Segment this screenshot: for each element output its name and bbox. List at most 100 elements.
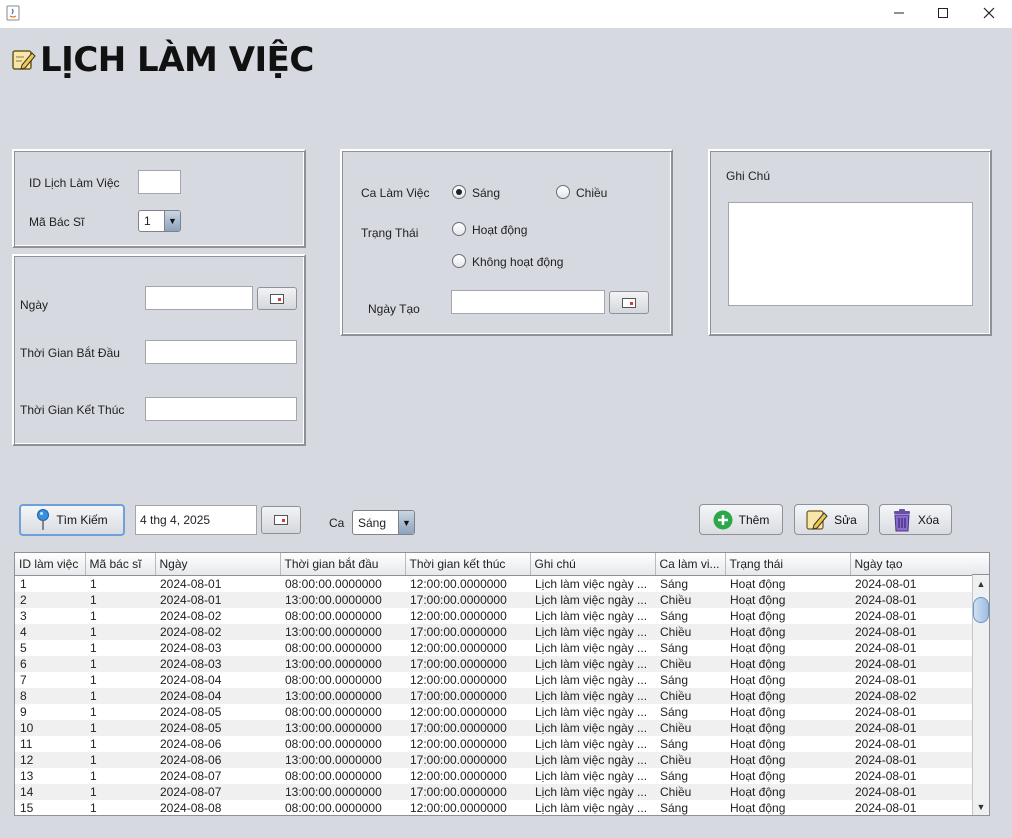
table-cell: 13:00:00.0000000 xyxy=(280,783,405,800)
edit-button[interactable]: Sửa xyxy=(794,504,869,535)
start-time-field[interactable] xyxy=(145,340,297,364)
table-cell: 2024-08-01 xyxy=(850,719,973,736)
table-cell: 2024-08-02 xyxy=(160,608,222,623)
table-row[interactable]: 14 1 2024-08-07 13:00:00.0000000 17:00:00.00… xyxy=(15,783,973,800)
status-radio-active[interactable] xyxy=(452,222,466,236)
column-header[interactable]: Thời gian kết thúc xyxy=(405,553,531,576)
table-cell: Hoạt động xyxy=(725,591,850,608)
add-icon xyxy=(713,510,733,529)
created-date-picker-button[interactable] xyxy=(609,291,649,314)
doctor-label: Mã Bác Sĩ xyxy=(29,215,85,229)
table-cell: 13 xyxy=(20,768,34,783)
table-row[interactable]: 10 1 2024-08-05 13:00:00.0000000 17:00:00.00… xyxy=(15,719,973,736)
table-cell: 13:00:00.0000000 xyxy=(280,687,405,704)
status-option-inactive-label: Không hoạt động xyxy=(472,255,564,269)
table-cell: 08:00:00.0000000 xyxy=(285,704,382,719)
table-cell: 1 xyxy=(85,623,155,640)
date-field[interactable] xyxy=(145,286,253,310)
table-row[interactable]: 2 1 2024-08-01 13:00:00.0000000 17:00:00.000… xyxy=(15,591,973,608)
table-cell: 2024-08-04 xyxy=(160,672,222,687)
search-date-field[interactable] xyxy=(135,505,257,535)
table-cell: 1 xyxy=(20,576,27,591)
table-cell: 11 xyxy=(20,736,33,751)
chevron-down-icon: ▼ xyxy=(164,211,180,231)
table-cell: Hoạt động xyxy=(730,576,786,591)
table-cell: Hoạt động xyxy=(725,719,850,736)
table-row[interactable]: 1 1 2024-08-01 08:00:00.0000000 12:00:00.000… xyxy=(15,575,973,592)
status-option-active-label: Hoạt động xyxy=(472,223,528,237)
note-textarea[interactable] xyxy=(728,202,973,306)
table-cell: 7 xyxy=(20,672,27,687)
search-button-label: Tìm Kiếm xyxy=(56,513,108,527)
table-cell: Hoạt động xyxy=(730,704,786,719)
table-row[interactable]: 3 1 2024-08-02 08:00:00.0000000 12:00:00.000… xyxy=(15,608,973,624)
table-cell: 2024-08-01 xyxy=(855,576,917,591)
table-row[interactable]: 11 1 2024-08-06 08:00:00.0000000 12:00:00.00… xyxy=(15,736,973,752)
close-button[interactable] xyxy=(966,0,1012,26)
date-time-panel: Ngày Thời Gian Bắt Đầu Thời Gian Kết Thú… xyxy=(12,254,306,446)
table-row[interactable]: 8 1 2024-08-04 13:00:00.0000000 17:00:00.000… xyxy=(15,687,973,704)
shift-radio-morning[interactable] xyxy=(452,185,466,199)
search-button[interactable]: Tìm Kiếm xyxy=(19,504,125,536)
table-row[interactable]: 9 1 2024-08-05 08:00:00.0000000 12:00:00.000… xyxy=(15,704,973,720)
scroll-up-icon[interactable]: ▲ xyxy=(973,577,989,591)
table-row[interactable]: 12 1 2024-08-06 13:00:00.0000000 17:00:00.00… xyxy=(15,751,973,768)
table-cell: 1 xyxy=(90,704,97,719)
table-cell: 1 xyxy=(90,736,97,751)
id-label: ID Lịch Làm Việc xyxy=(29,176,120,190)
table-cell: 14 xyxy=(15,783,85,800)
column-header[interactable]: Ca làm vi... xyxy=(655,553,726,576)
id-field[interactable] xyxy=(138,170,181,194)
shift-filter-select[interactable]: Sáng ▼ xyxy=(352,510,415,535)
pin-search-icon xyxy=(37,509,50,530)
table-cell: 2024-08-01 xyxy=(855,768,917,783)
table-cell: 6 xyxy=(15,655,85,672)
maximize-button[interactable] xyxy=(920,0,966,26)
shift-radio-afternoon[interactable] xyxy=(556,185,570,199)
calendar-icon xyxy=(270,293,284,304)
table-cell: 12:00:00.0000000 xyxy=(410,736,507,751)
table-cell: 10 xyxy=(15,719,85,736)
doctor-select-value: 1 xyxy=(144,214,151,228)
status-radio-inactive[interactable] xyxy=(452,254,466,268)
window-titlebar xyxy=(0,0,1012,28)
column-header[interactable]: Trạng thái xyxy=(725,553,851,576)
column-header[interactable]: Ngày tạo xyxy=(850,553,974,576)
calendar-icon xyxy=(622,297,636,308)
delete-button[interactable]: Xóa xyxy=(879,504,952,535)
table-cell: Hoạt động xyxy=(730,736,786,751)
table-row[interactable]: 13 1 2024-08-07 08:00:00.0000000 12:00:00.00… xyxy=(15,768,973,784)
minimize-button[interactable] xyxy=(876,0,922,26)
table-cell: 1 xyxy=(85,719,155,736)
table-row[interactable]: 15 1 2024-08-08 08:00:00.0000000 12:00:00.00… xyxy=(15,800,973,816)
table-row[interactable]: 5 1 2024-08-03 08:00:00.0000000 12:00:00.000… xyxy=(15,640,973,656)
scroll-down-icon[interactable]: ▼ xyxy=(973,800,989,814)
created-date-field[interactable] xyxy=(451,290,605,314)
column-header[interactable]: ID làm việc xyxy=(15,553,86,576)
column-header[interactable]: Ngày xyxy=(155,553,281,576)
table-cell: 2024-08-07 xyxy=(155,783,280,800)
add-button[interactable]: Thêm xyxy=(699,504,783,535)
table-cell: 2 xyxy=(15,591,85,608)
table-cell: Chiều xyxy=(655,687,725,704)
table-row[interactable]: 4 1 2024-08-02 13:00:00.0000000 17:00:00.000… xyxy=(15,623,973,640)
column-header[interactable]: Thời gian bắt đầu xyxy=(280,553,406,576)
date-picker-button[interactable] xyxy=(257,287,297,310)
table-cell: 13:00:00.0000000 xyxy=(280,751,405,768)
shift-status-panel: Ca Làm Việc Sáng Chiều Trạng Thái Hoạt đ… xyxy=(340,149,673,336)
table-cell: 2024-08-08 xyxy=(160,800,222,815)
doctor-select[interactable]: 1 ▼ xyxy=(138,210,181,232)
shift-option-afternoon-label: Chiều xyxy=(576,186,608,200)
vertical-scrollbar[interactable]: ▲ ▼ xyxy=(972,575,989,815)
table-row[interactable]: 7 1 2024-08-04 08:00:00.0000000 12:00:00.000… xyxy=(15,672,973,688)
column-header[interactable]: Mã bác sĩ xyxy=(85,553,156,576)
table-row[interactable]: 6 1 2024-08-03 13:00:00.0000000 17:00:00.000… xyxy=(15,655,973,672)
table-body: 1 1 2024-08-01 08:00:00.0000000 12:00:00.000… xyxy=(15,575,973,816)
table-cell: 8 xyxy=(15,687,85,704)
search-date-picker-button[interactable] xyxy=(261,506,301,534)
end-time-field[interactable] xyxy=(145,397,297,421)
column-header[interactable]: Ghi chú xyxy=(530,553,656,576)
table-cell: 12:00:00.0000000 xyxy=(410,768,507,783)
table-cell: 1 xyxy=(85,591,155,608)
scroll-thumb[interactable] xyxy=(973,597,989,623)
